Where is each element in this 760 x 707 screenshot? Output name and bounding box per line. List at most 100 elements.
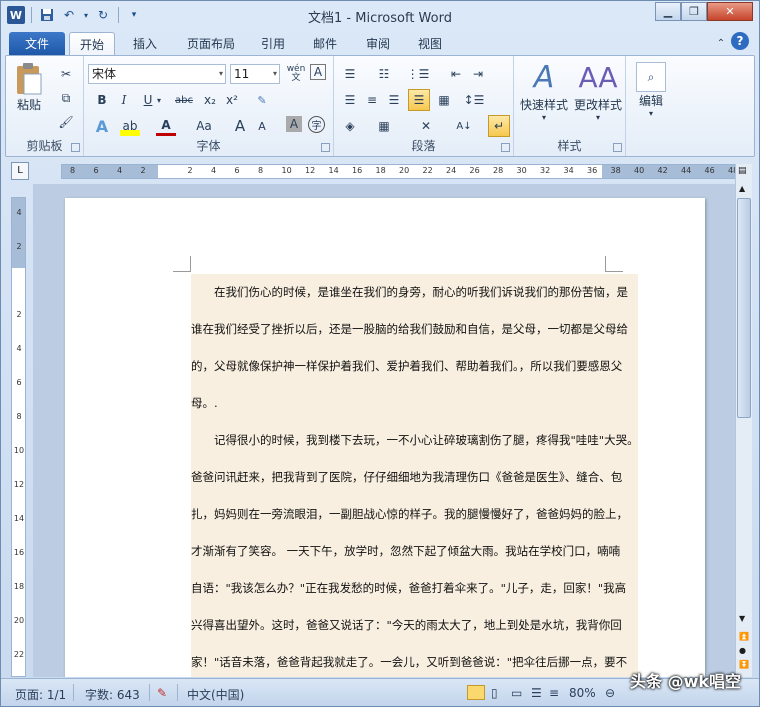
bullets-icon[interactable]: ☰: [340, 64, 360, 84]
print-layout-view-icon[interactable]: [467, 685, 485, 700]
help-icon[interactable]: ?: [731, 32, 749, 50]
distributed-icon[interactable]: ▦: [434, 90, 454, 110]
zoom-level[interactable]: 80%: [569, 686, 596, 700]
horizontal-ruler[interactable]: 8 6 4 2 2 4 6 8 10 12 14 16 18 20 22 24 26 28 30 32 34 36 38 40…: [61, 164, 738, 179]
italic-icon[interactable]: I: [114, 90, 134, 110]
line-spacing-icon[interactable]: ↕☰: [464, 90, 485, 110]
ruler-tick-label: 2: [16, 242, 22, 251]
bold-icon[interactable]: B: [92, 90, 112, 110]
font-launcher-icon[interactable]: [321, 143, 330, 152]
chinese-layout-icon[interactable]: ✕: [416, 116, 436, 136]
tab-home[interactable]: 开始: [69, 32, 116, 55]
underline-dropdown-icon[interactable]: ▾: [154, 90, 164, 110]
previous-page-icon[interactable]: ⏫: [739, 632, 749, 641]
decrease-indent-icon[interactable]: ⇤: [446, 64, 466, 84]
paste-button[interactable]: 粘贴: [14, 62, 44, 113]
font-color-icon[interactable]: A: [156, 116, 176, 136]
change-case-icon[interactable]: Aa: [192, 116, 216, 136]
tab-selector[interactable]: L: [11, 162, 29, 180]
change-styles-button[interactable]: AA 更改样式 ▾: [572, 60, 624, 122]
tab-review[interactable]: 审阅: [356, 32, 400, 55]
borders-icon[interactable]: ▦: [374, 116, 394, 136]
tab-mailings[interactable]: 邮件: [303, 32, 347, 55]
document-page[interactable]: 在我们伤心的时候，是谁坐在我们的身旁，耐心的听我们诉说我们的那份苦恼，是 谁在我…: [65, 198, 705, 677]
zoom-out-icon[interactable]: ⊖: [605, 686, 615, 700]
collapse-ribbon-icon[interactable]: ⌃: [711, 33, 731, 53]
outline-view-icon[interactable]: ☰: [531, 686, 542, 700]
quick-styles-button[interactable]: A 快速样式 ▾: [518, 60, 570, 122]
tab-insert[interactable]: 插入: [123, 32, 167, 55]
vertical-ruler[interactable]: 4 2 2 4 6 8 10 12 14 16 18 20 22: [11, 197, 26, 677]
tab-page-layout[interactable]: 页面布局: [177, 32, 245, 55]
justify-icon[interactable]: ☰: [408, 89, 430, 111]
minimize-button[interactable]: ▁: [655, 2, 681, 21]
numbering-icon[interactable]: ☷: [374, 64, 394, 84]
ruler-tick-label: 22: [422, 166, 433, 175]
font-size-value: 11: [234, 67, 250, 81]
body-text-line: 兴得喜出望外。这时，爸爸又说话了："今天的雨太大了，地上到处是水坑，我背你回: [191, 618, 622, 632]
align-center-icon[interactable]: ≡: [362, 90, 382, 110]
increase-indent-icon[interactable]: ⇥: [468, 64, 488, 84]
ruler-tick-label: 42: [657, 166, 668, 175]
ruler-tick-label: 2: [140, 166, 146, 175]
status-separator: [149, 684, 150, 701]
superscript-icon[interactable]: x²: [222, 90, 242, 110]
scroll-thumb[interactable]: [737, 198, 751, 418]
title-bar: W ↶ ▾ ↻ ▾ 文档1 - Microsoft Word ▁ ❐ ✕: [1, 1, 759, 29]
tab-references[interactable]: 引用: [251, 32, 295, 55]
char-border-icon[interactable]: A: [310, 64, 326, 80]
text-effects-icon[interactable]: A: [92, 116, 112, 136]
shading-icon[interactable]: ◈: [340, 116, 360, 136]
shrink-font-icon[interactable]: A: [252, 116, 272, 136]
word-count[interactable]: 字数: 643: [85, 686, 140, 703]
scroll-down-icon[interactable]: ▼: [739, 614, 745, 623]
paragraph-launcher-icon[interactable]: [501, 143, 510, 152]
ruler-toggle-icon[interactable]: ▤: [738, 166, 747, 176]
clipboard-launcher-icon[interactable]: [71, 143, 80, 152]
sort-icon[interactable]: A↓: [454, 116, 474, 136]
close-button[interactable]: ✕: [707, 2, 753, 21]
grow-font-icon[interactable]: A: [230, 116, 250, 136]
phonetic-guide-icon[interactable]: wén 文: [286, 64, 306, 84]
cut-icon[interactable]: ✂: [56, 64, 76, 84]
ruler-tick-label: 40: [634, 166, 645, 175]
status-separator: [73, 684, 74, 701]
clear-formatting-icon[interactable]: ✎: [252, 90, 272, 110]
multilevel-list-icon[interactable]: ⋮☰: [407, 64, 430, 84]
ruler-tick-label: 8: [258, 166, 264, 175]
font-size-combo[interactable]: 11 ▾: [230, 64, 280, 84]
web-layout-view-icon[interactable]: ▭: [511, 686, 522, 700]
ruler-tick-label: 10: [281, 166, 292, 175]
format-painter-icon[interactable]: 🖌: [56, 112, 76, 132]
browse-object-icon[interactable]: ●: [739, 646, 746, 655]
styles-launcher-icon[interactable]: [613, 143, 622, 152]
proofing-icon[interactable]: ✎: [157, 686, 167, 700]
paragraph-group-label: 段落: [411, 139, 436, 153]
restore-button[interactable]: ❐: [681, 2, 707, 21]
language[interactable]: 中文(中国): [187, 686, 244, 703]
page-count[interactable]: 页面: 1/1: [15, 686, 66, 703]
document-area[interactable]: 在我们伤心的时候，是谁坐在我们的身旁，耐心的听我们诉说我们的那份苦恼，是 谁在我…: [33, 184, 735, 677]
draft-view-icon[interactable]: ≡: [549, 686, 559, 700]
show-marks-icon[interactable]: ↵: [488, 115, 510, 137]
editing-button[interactable]: ⌕ 编辑 ▾: [632, 62, 670, 118]
body-text-line: 记得很小的时候，我到楼下去玩，一不小心让碎玻璃割伤了腿，疼得我"哇哇"大哭。: [191, 433, 638, 447]
tab-file[interactable]: 文件: [9, 32, 65, 55]
highlight-icon[interactable]: ab: [120, 116, 140, 136]
vertical-scrollbar[interactable]: ▤ ▲ ▼ ⏫ ● ⏬: [735, 164, 752, 677]
subscript-icon[interactable]: x₂: [200, 90, 220, 110]
char-shading-icon[interactable]: A: [286, 116, 302, 132]
scroll-up-icon[interactable]: ▲: [739, 184, 745, 193]
enclose-chars-icon[interactable]: 字: [308, 116, 325, 133]
align-right-icon[interactable]: ☰: [384, 90, 404, 110]
ruler-tick-label: 16: [352, 166, 363, 175]
strikethrough-icon[interactable]: abc: [172, 90, 196, 110]
font-name-combo[interactable]: 宋体 ▾: [88, 64, 226, 84]
align-left-icon[interactable]: ☰: [340, 90, 360, 110]
paste-icon: [17, 63, 42, 95]
tab-view[interactable]: 视图: [408, 32, 452, 55]
body-text-line: 家！"话音未落，爸爸背起我就走了。一会儿，又听到爸爸说："把伞往后挪一点，要不: [191, 655, 628, 669]
copy-icon[interactable]: ⧉: [56, 88, 76, 108]
full-screen-view-icon[interactable]: ▯: [491, 686, 498, 700]
shaded-text-block[interactable]: 在我们伤心的时候，是谁坐在我们的身旁，耐心的听我们诉说我们的那份苦恼，是 谁在我…: [191, 274, 638, 677]
